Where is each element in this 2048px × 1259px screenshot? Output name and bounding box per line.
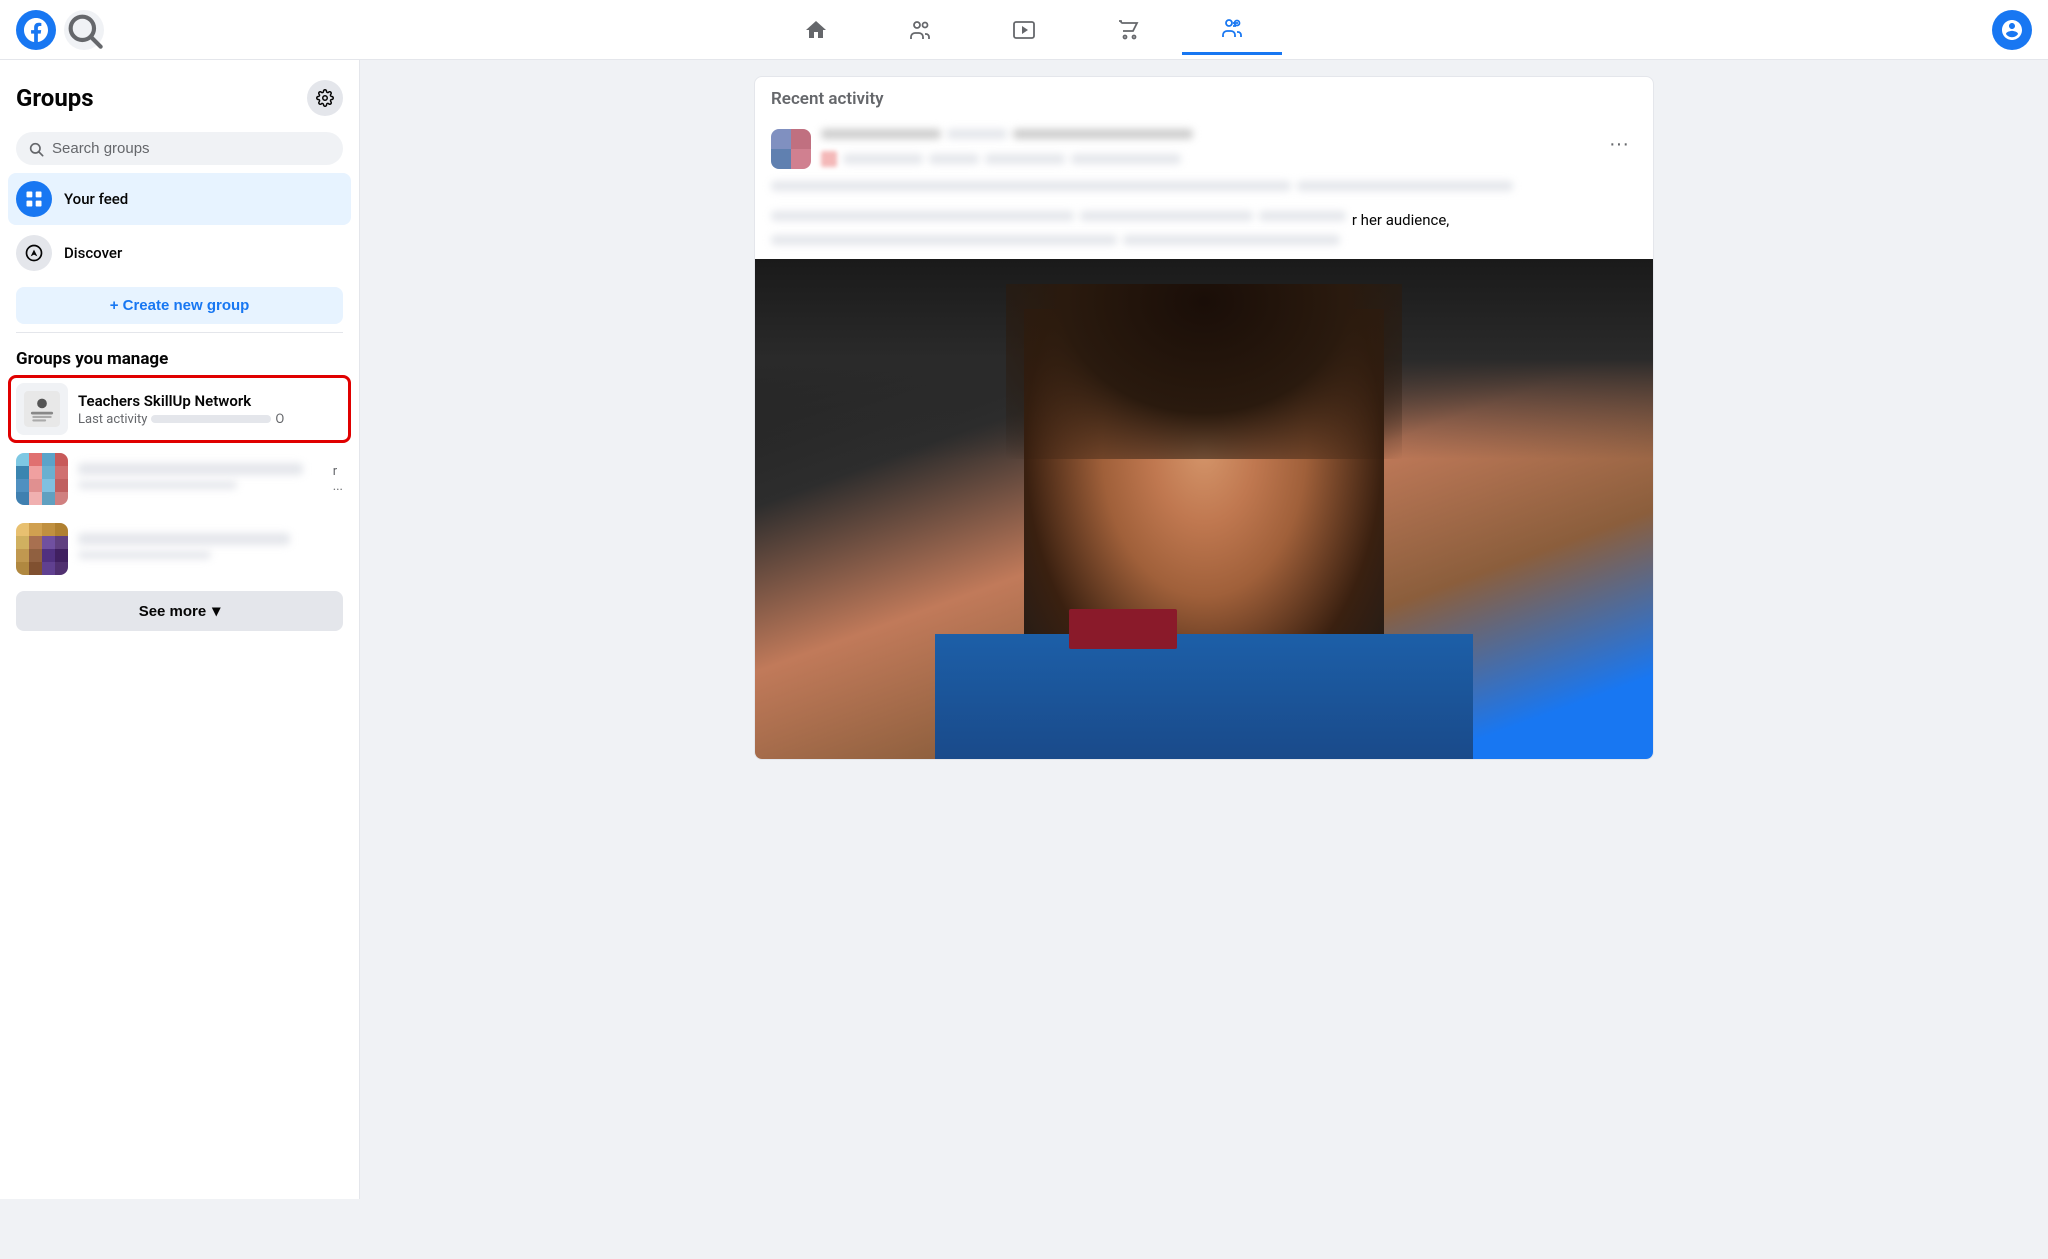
group-2-info bbox=[78, 463, 343, 495]
meta-sub-2 bbox=[929, 154, 979, 164]
nav-left bbox=[16, 10, 336, 50]
meta-line-2 bbox=[947, 129, 1007, 139]
search-icon bbox=[28, 141, 44, 157]
tsn-group-icon bbox=[24, 391, 60, 427]
group-tsn-sub: Last activity O bbox=[78, 412, 343, 427]
nav-marketplace-button[interactable] bbox=[1078, 5, 1178, 55]
group-3-name-blurred bbox=[78, 533, 290, 545]
nav-home-button[interactable] bbox=[766, 5, 866, 55]
see-more-label: See more bbox=[139, 603, 207, 620]
meta-sub-3 bbox=[985, 154, 1065, 164]
post-header: ··· bbox=[755, 117, 1653, 181]
post-mixed-line: r her audience, bbox=[771, 211, 1637, 229]
group-item-tsn[interactable]: Teachers SkillUp Network Last activity O bbox=[8, 375, 351, 443]
collar-detail bbox=[1069, 609, 1177, 649]
video-thumbnail bbox=[755, 259, 1653, 759]
group-thumb-3 bbox=[16, 523, 68, 575]
search-groups-input[interactable] bbox=[52, 140, 331, 157]
nav-friends-button[interactable] bbox=[870, 5, 970, 55]
group-item-3[interactable] bbox=[8, 515, 351, 583]
post-line-3 bbox=[771, 235, 1117, 245]
group-tsn-name: Teachers SkillUp Network bbox=[78, 392, 343, 410]
sidebar: Groups bbox=[0, 60, 360, 1199]
meta-line-3 bbox=[1013, 129, 1193, 139]
more-options-button[interactable]: ··· bbox=[1601, 129, 1637, 160]
sidebar-item-your-feed[interactable]: Your feed bbox=[8, 173, 351, 225]
create-new-group-button[interactable]: + Create new group bbox=[16, 287, 343, 324]
discover-icon bbox=[16, 235, 52, 271]
divider bbox=[16, 332, 343, 333]
post-avatar bbox=[771, 129, 811, 169]
mixed-blur-1 bbox=[771, 211, 1074, 221]
text-line-2 bbox=[1297, 181, 1514, 191]
nav-center bbox=[336, 5, 1712, 55]
group-2-suffix: r... bbox=[333, 464, 343, 494]
text-line-1 bbox=[771, 181, 1291, 191]
post-visible-text: r her audience, bbox=[755, 211, 1653, 259]
mixed-blur-3 bbox=[1259, 211, 1346, 221]
post-meta bbox=[811, 129, 1601, 173]
group-item-2[interactable]: r... bbox=[8, 445, 351, 513]
shirt-element bbox=[935, 634, 1474, 759]
mixed-blur-2 bbox=[1080, 211, 1253, 221]
groups-heading: Groups bbox=[16, 84, 94, 112]
search-button[interactable] bbox=[64, 10, 104, 50]
meta-sub-1 bbox=[843, 154, 923, 164]
user-avatar[interactable] bbox=[1992, 10, 2032, 50]
group-thumb-2 bbox=[16, 453, 68, 505]
three-dots-icon: ··· bbox=[1609, 133, 1629, 155]
search-groups-bar[interactable] bbox=[16, 132, 343, 165]
meta-line-1 bbox=[821, 129, 941, 139]
page-layout: Groups bbox=[0, 60, 2048, 1199]
sidebar-title: Groups bbox=[8, 72, 351, 128]
post-card: Recent activity bbox=[754, 76, 1654, 760]
group-sub-bar bbox=[151, 415, 271, 423]
group-thumb-tsn bbox=[16, 383, 68, 435]
nav-groups-button[interactable] bbox=[1182, 5, 1282, 55]
facebook-logo[interactable] bbox=[16, 10, 56, 50]
create-group-label: + Create new group bbox=[110, 297, 250, 314]
group-3-sub-blurred bbox=[78, 551, 211, 559]
post-line-4 bbox=[1123, 235, 1340, 245]
group-3-info bbox=[78, 533, 343, 565]
group-tsn-info: Teachers SkillUp Network Last activity O bbox=[78, 392, 343, 427]
your-feed-label: Your feed bbox=[64, 190, 128, 208]
post-text-blurred bbox=[755, 181, 1653, 211]
your-feed-icon bbox=[16, 181, 52, 217]
settings-button[interactable] bbox=[307, 80, 343, 116]
meta-sub-4 bbox=[1071, 154, 1181, 164]
meta-icon bbox=[821, 151, 837, 167]
hair-element bbox=[1006, 284, 1401, 459]
recent-activity-label: Recent activity bbox=[755, 77, 1653, 117]
discover-label: Discover bbox=[64, 244, 122, 262]
main-content: Recent activity bbox=[360, 60, 2048, 1199]
see-more-button[interactable]: See more ▾ bbox=[16, 591, 343, 631]
visible-text-snippet: r her audience, bbox=[1352, 211, 1449, 229]
nav-right bbox=[1712, 10, 2032, 50]
group-2-sub-blurred bbox=[78, 481, 237, 489]
nav-watch-button[interactable] bbox=[974, 5, 1074, 55]
chevron-down-icon: ▾ bbox=[212, 601, 220, 621]
sidebar-item-discover[interactable]: Discover bbox=[8, 227, 351, 279]
top-nav bbox=[0, 0, 2048, 60]
group-2-name-blurred bbox=[78, 463, 303, 475]
groups-manage-section-title: Groups you manage bbox=[8, 341, 351, 373]
